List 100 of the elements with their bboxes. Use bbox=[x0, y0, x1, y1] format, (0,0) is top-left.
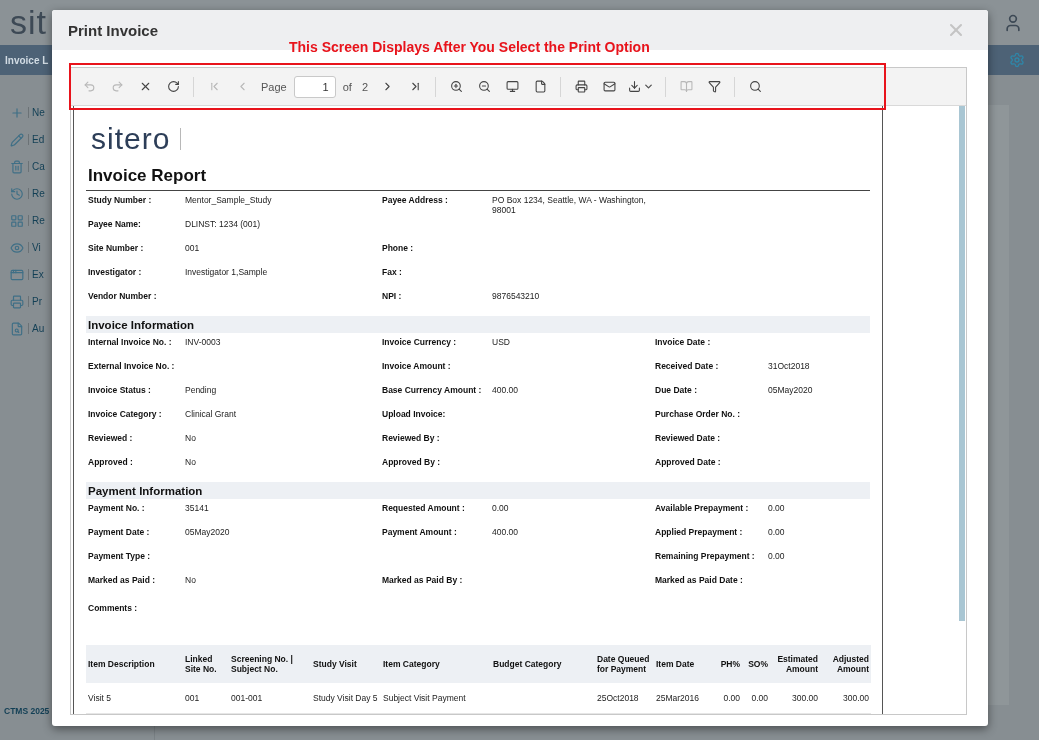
field-label: Remaining Prepayment : bbox=[655, 551, 756, 561]
table-cell: 25Mar2016 bbox=[656, 693, 699, 703]
field-value: Pending bbox=[185, 385, 218, 395]
field-value: No bbox=[185, 575, 197, 585]
field-label: Site Number : bbox=[88, 243, 145, 253]
field-label: Approved : bbox=[88, 457, 134, 467]
field-label: Marked as Paid By : bbox=[382, 575, 464, 585]
column-header: Item Description bbox=[88, 659, 155, 669]
field-value: 9876543210 bbox=[492, 291, 541, 301]
field-value: No bbox=[185, 457, 197, 467]
column-header: Item Date bbox=[656, 659, 695, 669]
field-label: Approved By : bbox=[382, 457, 442, 467]
sidebar-icon[interactable] bbox=[10, 159, 24, 174]
field-label: NPI : bbox=[382, 291, 403, 301]
dialog-title: Print Invoice bbox=[68, 21, 159, 39]
field-value: INV-0003 bbox=[185, 337, 222, 347]
field-label: Due Date : bbox=[655, 385, 699, 395]
sidebar-item[interactable]: Pr bbox=[28, 296, 42, 307]
sidebar-icon[interactable] bbox=[10, 267, 24, 282]
column-header: Study Visit bbox=[313, 659, 357, 669]
field-label: Fax : bbox=[382, 267, 403, 277]
field-label: Investigator : bbox=[88, 267, 143, 277]
field-label: Invoice Date : bbox=[655, 337, 712, 347]
sidebar-item[interactable]: Re bbox=[28, 188, 45, 199]
field-label: Invoice Currency : bbox=[382, 337, 458, 347]
field-value: 31Oct2018 bbox=[768, 361, 811, 371]
field-label: Upload Invoice: bbox=[382, 409, 447, 419]
field-label: Reviewed : bbox=[88, 433, 134, 443]
column-header: SO% bbox=[748, 659, 768, 669]
field-value: No bbox=[185, 433, 197, 443]
field-label: Payee Address : bbox=[382, 195, 449, 205]
field-label: Received Date : bbox=[655, 361, 720, 371]
field-label: Requested Amount : bbox=[382, 503, 466, 513]
field-label: Payment No. : bbox=[88, 503, 146, 513]
field-label: Reviewed By : bbox=[382, 433, 441, 443]
sidebar-item[interactable]: Re bbox=[28, 215, 45, 226]
column-header: Item Category bbox=[383, 659, 440, 669]
field-value: Mentor_Sample_Study bbox=[185, 195, 273, 205]
column-header: Linked Site No. bbox=[185, 654, 217, 674]
column-header: PH% bbox=[720, 659, 740, 669]
logo: sit bbox=[10, 3, 47, 42]
field-value: Investigator 1,Sample bbox=[185, 267, 269, 277]
caret-icon bbox=[643, 81, 654, 92]
column-header: Budget Category bbox=[493, 659, 562, 669]
field-value: 001 bbox=[185, 243, 201, 253]
user-icon[interactable] bbox=[1003, 12, 1023, 33]
table-cell: 25Oct2018 bbox=[597, 693, 639, 703]
sidebar-icon[interactable] bbox=[10, 294, 24, 309]
table-cell: Subject Visit Payment bbox=[383, 693, 466, 703]
field-value: 05May2020 bbox=[185, 527, 231, 537]
field-label: Invoice Category : bbox=[88, 409, 163, 419]
of-label: of bbox=[342, 80, 352, 93]
sidebar-item[interactable]: Ca bbox=[28, 161, 45, 172]
sidebar-item[interactable]: Ex bbox=[28, 269, 44, 280]
table-cell: 300.00 bbox=[843, 693, 869, 703]
field-label: Payment Date : bbox=[88, 527, 151, 537]
column-header: Estimated Amount bbox=[777, 654, 818, 674]
field-label: Base Currency Amount : bbox=[382, 385, 483, 395]
version-label: CTMS 2025 bbox=[4, 706, 51, 716]
settings-icon[interactable] bbox=[1009, 52, 1025, 68]
field-label: Payee Name: bbox=[88, 219, 142, 229]
table-cell: Study Visit Day 5 bbox=[313, 693, 378, 703]
table-cell: 300.00 bbox=[792, 693, 818, 703]
field-label: Approved Date : bbox=[655, 457, 722, 467]
sidebar-icon[interactable] bbox=[10, 321, 24, 336]
field-label: Phone : bbox=[382, 243, 415, 253]
field-label: Invoice Status : bbox=[88, 385, 152, 395]
sidebar-item[interactable]: Ed bbox=[28, 134, 45, 145]
field-value: 0.00 bbox=[768, 527, 786, 537]
field-value: 400.00 bbox=[492, 527, 519, 537]
field-value: DLINST: 1234 (001) bbox=[185, 219, 262, 229]
sidebar-item[interactable]: Au bbox=[28, 323, 45, 334]
column-header: Screening No. | Subject No. bbox=[231, 654, 293, 674]
field-value: 05May2020 bbox=[768, 385, 814, 395]
table-cell: 001 bbox=[185, 693, 200, 703]
column-header: Date Queued for Payment bbox=[597, 654, 650, 674]
field-label: Payment Type : bbox=[88, 551, 152, 561]
field-label: Vendor Number : bbox=[88, 291, 158, 301]
field-value: USD bbox=[492, 337, 511, 347]
field-label: Payment Amount : bbox=[382, 527, 458, 537]
sidebar-icon[interactable] bbox=[10, 105, 24, 120]
field-label: Marked as Paid : bbox=[88, 575, 157, 585]
sidebar-icon[interactable] bbox=[10, 132, 24, 147]
field-label: Marked as Paid Date : bbox=[655, 575, 744, 585]
field-label: Study Number : bbox=[88, 195, 153, 205]
field-label: Applied Prepayment : bbox=[655, 527, 744, 537]
scrollbar[interactable] bbox=[959, 106, 965, 621]
nav-title[interactable]: Invoice L bbox=[5, 54, 49, 66]
field-value: 35141 bbox=[185, 503, 210, 513]
page-input[interactable]: 1 bbox=[293, 75, 336, 98]
report-logo: sitero bbox=[91, 122, 171, 156]
sidebar-icon[interactable] bbox=[10, 213, 24, 228]
sidebar-icon[interactable] bbox=[10, 240, 24, 255]
field-value: PO Box 1234, Seattle, WA - Washington, 98001 bbox=[492, 195, 647, 215]
sidebar-icon[interactable] bbox=[10, 186, 24, 201]
page-count: 2 bbox=[361, 80, 368, 93]
sidebar-item[interactable]: Ne bbox=[28, 107, 45, 118]
table-cell: 0.00 bbox=[751, 693, 768, 703]
column-header: Adjusted Amount bbox=[832, 654, 869, 674]
sidebar-item[interactable]: Vi bbox=[28, 242, 41, 253]
